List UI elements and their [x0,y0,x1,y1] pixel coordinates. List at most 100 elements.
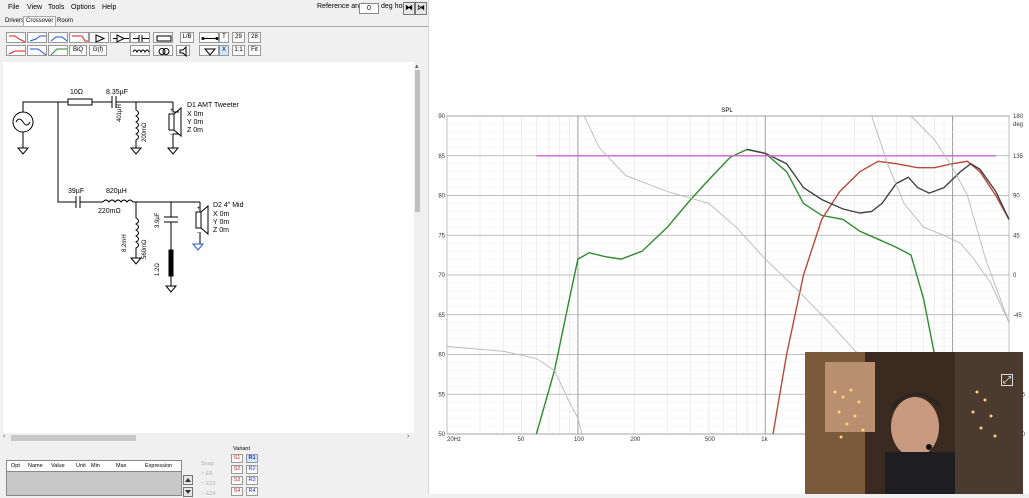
x-tick-label: 20Hz [447,437,461,443]
move-up-button[interactable] [183,475,193,485]
coupled-inductor-icon[interactable] [153,45,173,56]
variant-s2-button[interactable]: S2 [231,465,243,474]
l1-label[interactable]: 401µH [117,104,123,122]
inductor-icon[interactable] [130,45,150,56]
menu-options[interactable]: Options [71,4,95,11]
col-min[interactable]: Min [91,463,100,469]
d2-plus-label: + [197,206,201,212]
d2-name-label[interactable]: D2 4" Mid [213,202,244,209]
reference-angle-input[interactable]: 0 [359,3,379,14]
tab-room[interactable]: Room [54,16,76,27]
l2-label[interactable]: 820µH [106,188,127,195]
l3-label[interactable]: 8.2mH [122,234,128,252]
webcam-picture [805,352,1023,494]
rotate-left-icon[interactable]: ⧓ [403,2,415,15]
ratio-1-1-button[interactable]: 1:1 [232,45,245,56]
c2-label[interactable]: 39µF [68,188,84,195]
x-tick-label: 1k [761,437,768,443]
fit-button[interactable]: Fit [248,45,261,56]
variant-r3-button[interactable]: R3 [246,476,258,485]
notch-red-icon[interactable] [69,32,89,43]
r1-label[interactable]: 10Ω [70,89,83,96]
lowpass-2nd-icon[interactable] [27,45,47,56]
green-filter-icon[interactable] [48,45,68,56]
transformer-t-button[interactable]: T [219,32,229,43]
menu-view[interactable]: View [27,4,42,11]
schematic-horizontal-scrollbar[interactable]: ‹ › [3,433,414,442]
r2-label[interactable]: 1.2Ω [155,263,161,276]
menu-file[interactable]: File [8,4,19,11]
col-opt[interactable]: Opt [11,463,20,469]
scroll-up-icon[interactable]: ▴ [415,62,419,70]
ground-icon[interactable] [199,45,219,56]
variant-s1-button[interactable]: S1 [231,454,243,463]
y2-unit-label: deg [1013,122,1023,128]
move-down-button[interactable] [183,487,193,497]
y2-tick-label: -45 [1013,313,1022,319]
value-28-button[interactable]: 28 [248,32,261,43]
schematic-vertical-scrollbar[interactable]: ▴ [414,62,422,433]
value-29-button[interactable]: 29 [232,32,245,43]
tab-crossover[interactable]: Crossover [23,16,57,26]
buffer-icon[interactable] [89,32,109,43]
variant-s4-button[interactable]: S4 [231,487,243,496]
variant-r4-button[interactable]: R4 [246,487,258,496]
l1-resistance-label: 200mΩ [142,122,148,143]
x-tick-label: 200 [630,437,641,443]
x-tick-label: 500 [705,437,716,443]
x-tick-label: 50 [518,437,525,443]
rotate-right-icon[interactable]: ⧒ [415,2,427,15]
resistor-icon[interactable] [153,32,173,43]
y-tick-label: 75 [438,233,445,239]
y-tick-label: 80 [438,194,445,200]
reference-angle-unit: deg hor [381,3,405,10]
highpass-1st-icon[interactable] [6,32,26,43]
menu-help[interactable]: Help [102,4,116,11]
optimizer-table[interactable]: Opt Name Value Unit Min Max Expression [6,460,182,496]
variant-s3-button[interactable]: S3 [231,476,243,485]
c1-label[interactable]: 8.35µF [106,89,128,96]
menu-tools[interactable]: Tools [48,4,64,11]
col-value[interactable]: Value [51,463,65,469]
schematic-canvas[interactable]: 10Ω 8.35µF 401µH 200mΩ D1 AMT Tweeter X … [3,62,414,433]
scroll-right-icon[interactable]: › [407,433,409,440]
snap-e12-radio[interactable]: ○ E12 [201,481,216,487]
amplifier-icon[interactable] [110,32,130,43]
expand-icon[interactable]: ⤢ [1001,374,1013,386]
snap-e6-radio[interactable]: ○ E6 [201,471,213,477]
speaker-icon[interactable] [176,45,190,57]
highpass-2nd-icon[interactable] [6,45,26,56]
d2-minus-label: - [197,230,199,236]
col-name[interactable]: Name [28,463,43,469]
col-max[interactable]: Max [116,463,126,469]
l2-resistance-label: 220mΩ [98,208,121,215]
menu-bar: File View Tools Options Help Reference a… [0,0,428,15]
bandpass-icon[interactable] [48,32,68,43]
snap-e24-radio[interactable]: ○ E24 [201,491,216,497]
vertical-scroll-thumb[interactable] [415,70,420,212]
variant-r2-button[interactable]: R2 [246,465,258,474]
y-tick-label: 50 [438,432,445,438]
horizontal-scroll-thumb[interactable] [11,435,136,441]
lowpass-blue-icon[interactable] [27,32,47,43]
col-unit[interactable]: Unit [76,463,86,469]
lb-button[interactable]: L/B [180,32,194,43]
snap-e6-label: E6 [205,471,213,477]
col-expression[interactable]: Expression [145,463,172,469]
d1-x-label: X 0m [187,111,204,118]
d1-name-label[interactable]: D1 AMT Tweeter [187,102,239,109]
variant-label: Variant [233,446,251,452]
variant-r1-button[interactable]: R1 [246,454,258,463]
y2-tick-label: 180 [1013,114,1024,120]
wire-icon[interactable] [199,32,219,43]
y2-tick-label: 90 [1013,194,1020,200]
webcam-overlay: ⤢ [805,352,1023,494]
scroll-left-icon[interactable]: ‹ [3,433,5,440]
d2-y-label: Y 0m [213,219,230,226]
biquad-button[interactable]: BiQ [69,45,87,56]
y-tick-label: 55 [438,392,445,398]
capacitor-icon[interactable] [130,32,150,43]
gf-button[interactable]: G(f) [89,45,107,56]
x-button[interactable]: X [219,45,229,56]
c3-label[interactable]: 3.9µF [155,213,161,228]
